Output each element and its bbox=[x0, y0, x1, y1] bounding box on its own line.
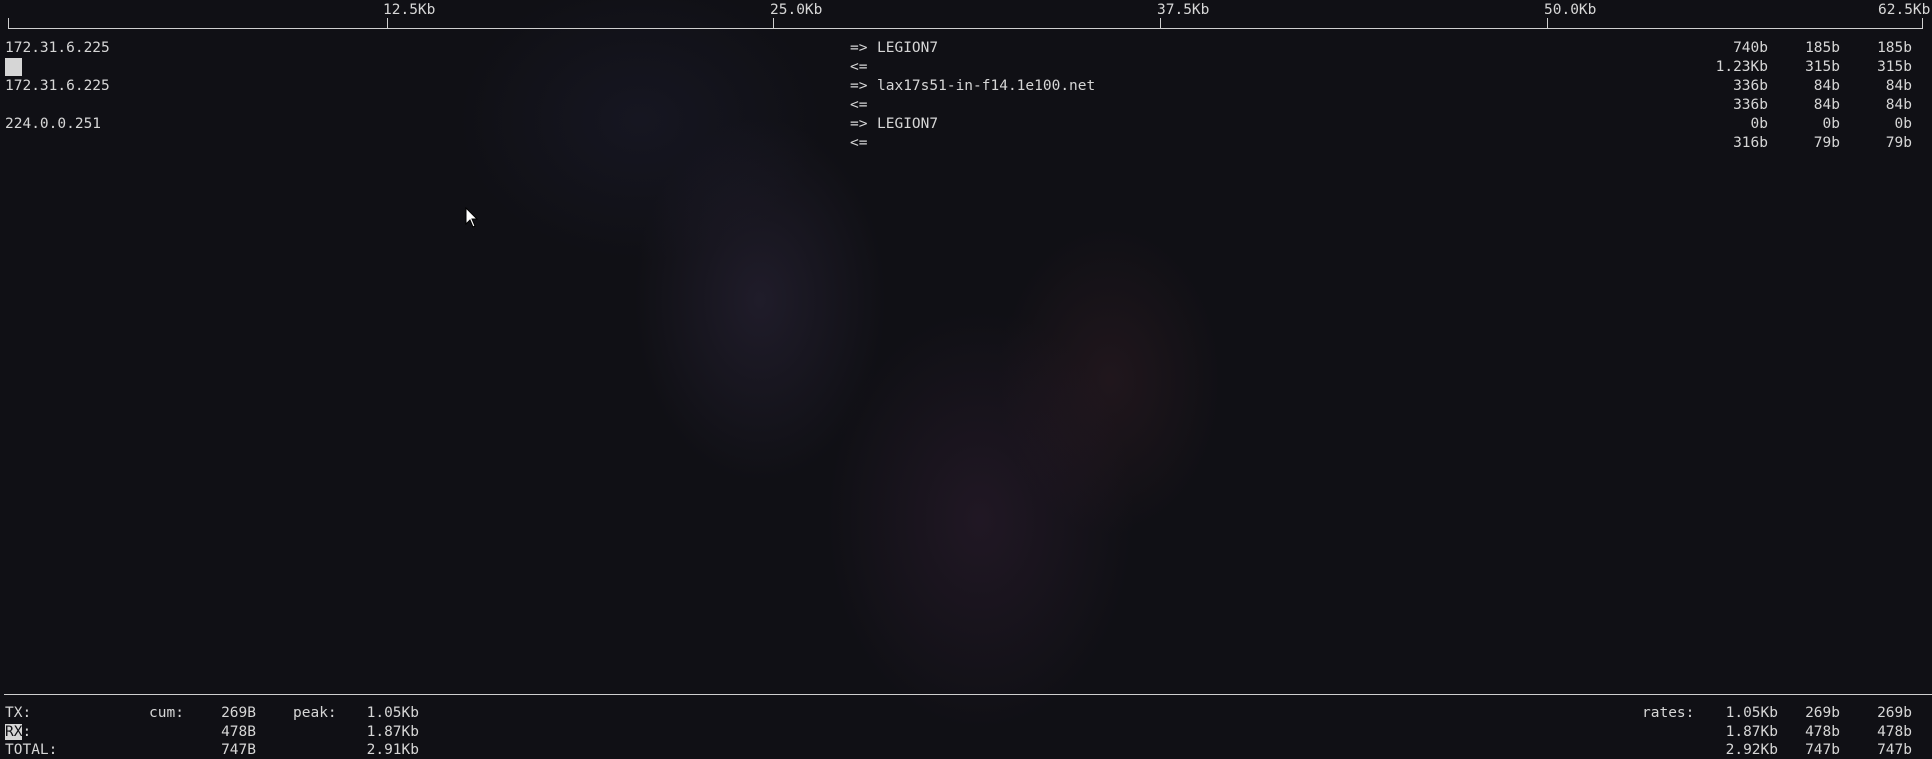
source-host[interactable]: 224.0.0.251 bbox=[5, 115, 101, 133]
direction-arrow: <= bbox=[850, 135, 868, 151]
rate-2s: 336b bbox=[1733, 78, 1768, 94]
rate-10s: 315b bbox=[1805, 59, 1840, 75]
total-rate-40s: 747b bbox=[1877, 742, 1912, 758]
mouse-pointer-icon bbox=[465, 207, 479, 228]
scale-label: 25.0Kb bbox=[770, 2, 823, 18]
total-label: TOTAL: bbox=[5, 742, 58, 758]
rate-10s: 79b bbox=[1813, 135, 1840, 151]
scale-tick bbox=[1160, 18, 1161, 28]
total-peak-value: 2.91Kb bbox=[366, 742, 419, 758]
rx-label-highlight: RX bbox=[5, 724, 23, 740]
scale-tick bbox=[773, 18, 774, 28]
rx-rate-2s: 1.87Kb bbox=[1725, 724, 1778, 740]
rate-10s: 185b bbox=[1805, 40, 1840, 56]
direction-arrow: => bbox=[850, 40, 868, 56]
rate-40s: 79b bbox=[1885, 135, 1912, 151]
rate-40s: 84b bbox=[1885, 97, 1912, 113]
scale-tick-start bbox=[8, 18, 9, 28]
terminal-cursor bbox=[5, 58, 22, 76]
direction-arrow: <= bbox=[850, 97, 868, 113]
scale-label: 62.5Kb bbox=[1878, 2, 1931, 18]
rx-label: RX: bbox=[5, 723, 31, 741]
footer-divider bbox=[4, 694, 1932, 695]
peer-host[interactable]: LEGION7 bbox=[877, 115, 938, 133]
scale-tick bbox=[1547, 18, 1548, 28]
scale-tick-end bbox=[1922, 18, 1923, 28]
direction-arrow: <= bbox=[850, 59, 868, 75]
rate-40s: 315b bbox=[1877, 59, 1912, 75]
tx-rate-10s: 269b bbox=[1805, 705, 1840, 721]
peer-host[interactable]: LEGION7 bbox=[877, 39, 938, 57]
rx-peak-value: 1.87Kb bbox=[366, 724, 419, 740]
direction-arrow: => bbox=[850, 116, 868, 132]
rate-10s: 84b bbox=[1813, 78, 1840, 94]
source-host[interactable]: 172.31.6.225 bbox=[5, 39, 110, 57]
rate-2s: 336b bbox=[1733, 97, 1768, 113]
direction-arrow: => bbox=[850, 78, 868, 94]
scale-label: 12.5Kb bbox=[383, 2, 436, 18]
scale-tick bbox=[387, 18, 388, 28]
total-cum-value: 747B bbox=[221, 742, 256, 758]
rate-40s: 0b bbox=[1894, 116, 1912, 132]
rate-2s: 1.23Kb bbox=[1715, 59, 1768, 75]
total-rate-10s: 747b bbox=[1805, 742, 1840, 758]
peer-host[interactable]: lax17s51-in-f14.1e100.net bbox=[877, 77, 1095, 95]
total-rate-2s: 2.92Kb bbox=[1725, 742, 1778, 758]
tx-rate-2s: 1.05Kb bbox=[1725, 705, 1778, 721]
rates-label: rates: bbox=[1642, 705, 1695, 721]
scale-line bbox=[8, 28, 1923, 29]
rx-rate-40s: 478b bbox=[1877, 724, 1912, 740]
scale-label: 50.0Kb bbox=[1544, 2, 1597, 18]
rate-40s: 185b bbox=[1877, 40, 1912, 56]
rate-10s: 0b bbox=[1822, 116, 1840, 132]
tx-cum-value: 269B bbox=[221, 705, 256, 721]
rate-2s: 316b bbox=[1733, 135, 1768, 151]
rate-40s: 84b bbox=[1885, 78, 1912, 94]
scale-label: 37.5Kb bbox=[1157, 2, 1210, 18]
peak-label: peak: bbox=[293, 705, 337, 721]
tx-rate-40s: 269b bbox=[1877, 705, 1912, 721]
source-host[interactable]: 172.31.6.225 bbox=[5, 77, 110, 95]
rx-cum-value: 478B bbox=[221, 724, 256, 740]
rx-label-colon: : bbox=[22, 724, 32, 740]
rx-rate-10s: 478b bbox=[1805, 724, 1840, 740]
rate-2s: 0b bbox=[1750, 116, 1768, 132]
rate-2s: 740b bbox=[1733, 40, 1768, 56]
rate-10s: 84b bbox=[1813, 97, 1840, 113]
cum-label: cum: bbox=[149, 705, 184, 721]
tx-label: TX: bbox=[5, 705, 32, 721]
tx-peak-value: 1.05Kb bbox=[366, 705, 419, 721]
